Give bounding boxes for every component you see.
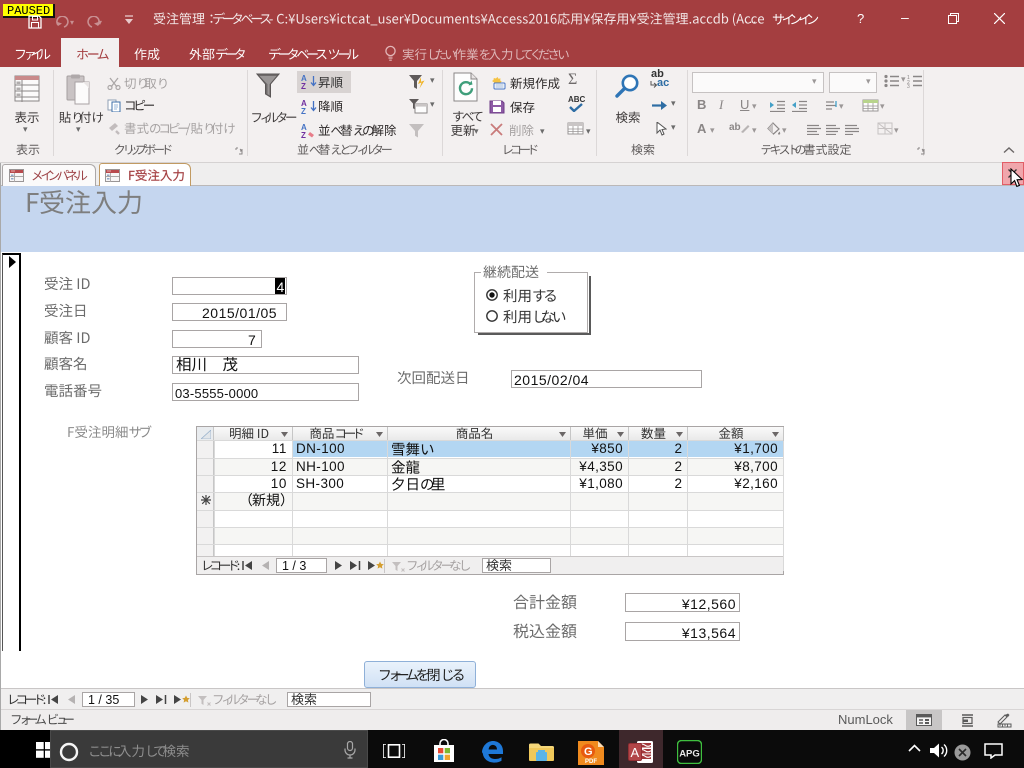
svg-text:APG: APG bbox=[679, 749, 700, 760]
svg-text:PDF: PDF bbox=[585, 759, 597, 765]
svg-text:A: A bbox=[631, 745, 640, 760]
svg-text:Z: Z bbox=[301, 82, 306, 89]
svg-text:Z: Z bbox=[301, 131, 306, 138]
svg-text:G: G bbox=[584, 746, 593, 758]
svg-text:3: 3 bbox=[907, 84, 910, 88]
svg-text:Z: Z bbox=[301, 107, 306, 114]
